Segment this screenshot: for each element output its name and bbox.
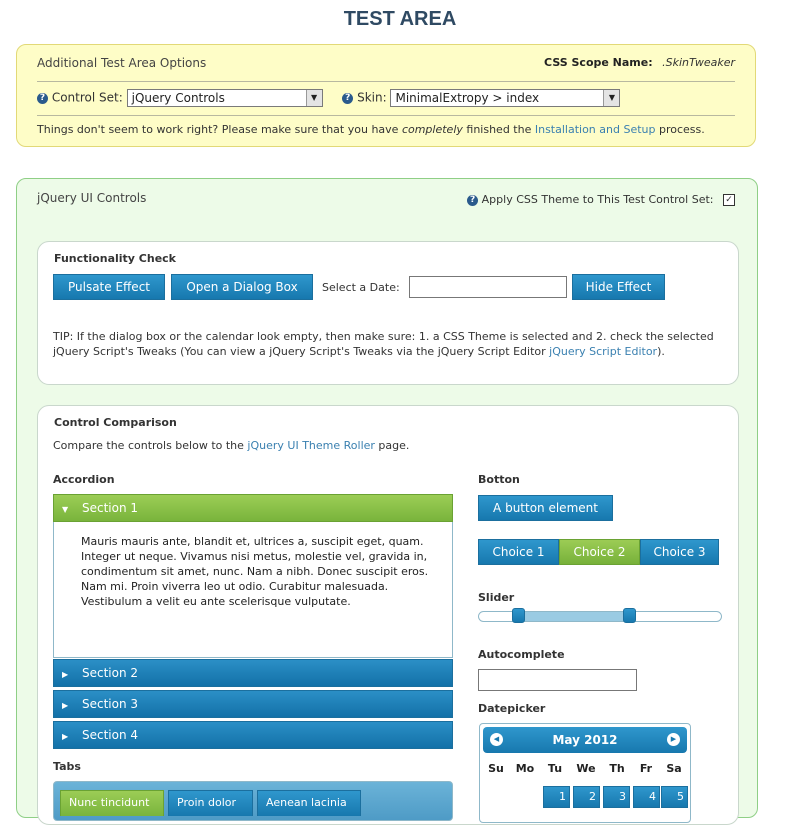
accordion-section-4[interactable]: ▶ Section 4 bbox=[53, 721, 453, 749]
accordion-section-2[interactable]: ▶ Section 2 bbox=[53, 659, 453, 687]
slider-handle-max[interactable] bbox=[623, 608, 637, 623]
theme-roller-link[interactable]: jQuery UI Theme Roller bbox=[247, 439, 375, 452]
help-icon[interactable]: ? bbox=[467, 194, 479, 206]
datepicker-label: Datepicker bbox=[478, 702, 546, 715]
divider bbox=[37, 81, 735, 82]
triangle-right-icon: ▶ bbox=[62, 732, 69, 741]
datepicker-header: ◀ May 2012 ▶ bbox=[483, 727, 687, 753]
weekday-su: Su bbox=[488, 762, 504, 775]
apply-theme-label: Apply CSS Theme to This Test Control Set… bbox=[481, 193, 714, 206]
datepicker: ◀ May 2012 ▶ Su Mo Tu We Th Fr Sa 1 2 3 … bbox=[479, 723, 691, 823]
triangle-down-icon: ▼ bbox=[62, 505, 69, 514]
weekday-th: Th bbox=[609, 762, 625, 775]
triangle-right-icon: ▶ bbox=[62, 670, 69, 679]
button-label: Botton bbox=[478, 473, 520, 486]
accordion-section-1[interactable]: ▼ Section 1 bbox=[53, 494, 453, 522]
weekday-mo: Mo bbox=[515, 762, 535, 775]
next-month-icon[interactable]: ▶ bbox=[667, 733, 680, 746]
tab-nunc-tincidunt[interactable]: Nunc tincidunt bbox=[60, 790, 164, 816]
hide-effect-button[interactable]: Hide Effect bbox=[572, 274, 665, 300]
divider bbox=[37, 115, 735, 116]
open-dialog-button[interactable]: Open a Dialog Box bbox=[171, 274, 313, 300]
css-scope-name: CSS Scope Name: .SkinTweaker bbox=[544, 56, 735, 69]
chevron-down-icon: ▼ bbox=[603, 90, 620, 106]
chevron-down-icon: ▼ bbox=[305, 90, 322, 106]
tabs-widget: Nunc tincidunt Proin dolor Aenean lacini… bbox=[53, 781, 453, 821]
css-scope-label: CSS Scope Name: bbox=[544, 56, 653, 69]
prev-month-icon[interactable]: ◀ bbox=[490, 733, 503, 746]
setup-note: Things don't seem to work right? Please … bbox=[37, 123, 705, 136]
accordion: ▼ Section 1 Mauris mauris ante, blandit e… bbox=[53, 494, 453, 754]
apply-theme-option: ? Apply CSS Theme to This Test Control S… bbox=[467, 193, 735, 206]
accordion-section-3[interactable]: ▶ Section 3 bbox=[53, 690, 453, 718]
tip-text: TIP: If the dialog box or the calendar l… bbox=[53, 330, 714, 358]
page-title: TEST AREA bbox=[343, 8, 457, 30]
triangle-right-icon: ▶ bbox=[62, 701, 69, 710]
control-set-select[interactable]: jQuery Controls ▼ bbox=[126, 89, 323, 107]
jquery-script-editor-link[interactable]: jQuery Script Editor bbox=[549, 345, 657, 358]
weekday-sa: Sa bbox=[666, 762, 682, 775]
installation-setup-link[interactable]: Installation and Setup bbox=[535, 123, 656, 136]
tab-proin-dolor[interactable]: Proin dolor bbox=[168, 790, 253, 816]
slider-handle-min[interactable] bbox=[511, 608, 525, 623]
options-heading: Additional Test Area Options bbox=[37, 56, 207, 70]
pulsate-effect-button[interactable]: Pulsate Effect bbox=[53, 274, 165, 300]
day-cell[interactable]: 1 bbox=[543, 786, 570, 808]
comparison-heading: Control Comparison bbox=[54, 416, 177, 429]
options-selectors: ? Control Set: jQuery Controls ▼ ? Skin:… bbox=[37, 89, 621, 107]
choice-1-button[interactable]: Choice 1 bbox=[478, 539, 559, 565]
day-cell[interactable]: 3 bbox=[603, 786, 630, 808]
choice-3-button[interactable]: Choice 3 bbox=[640, 539, 719, 565]
slider-label: Slider bbox=[478, 591, 515, 604]
control-set-label: Control Set: bbox=[51, 90, 123, 105]
tab-aenean-lacinia[interactable]: Aenean lacinia bbox=[257, 790, 361, 816]
day-cell[interactable]: 2 bbox=[573, 786, 600, 808]
tabs-label: Tabs bbox=[53, 760, 81, 773]
range-slider[interactable] bbox=[478, 608, 722, 623]
comparison-intro: Compare the controls below to the jQuery… bbox=[53, 439, 410, 452]
skin-select[interactable]: MinimalExtropy > index ▼ bbox=[390, 89, 621, 107]
day-cell[interactable]: 5 bbox=[661, 786, 688, 808]
accordion-section-1-content: Mauris mauris ante, blandit et, ultrices… bbox=[53, 522, 453, 658]
weekday-tu: Tu bbox=[547, 762, 563, 775]
controls-heading: jQuery UI Controls bbox=[37, 191, 147, 205]
slider-range bbox=[517, 612, 630, 621]
help-icon[interactable]: ? bbox=[37, 92, 48, 104]
day-cell[interactable]: 4 bbox=[633, 786, 660, 808]
functionality-check-panel: Functionality Check bbox=[37, 241, 739, 385]
autocomplete-input[interactable] bbox=[478, 669, 637, 691]
datepicker-month: May 2012 bbox=[552, 733, 618, 747]
choice-2-button[interactable]: Choice 2 bbox=[559, 539, 640, 565]
button-element[interactable]: A button element bbox=[478, 495, 613, 521]
select-date-label: Select a Date: bbox=[322, 281, 400, 294]
weekday-fr: Fr bbox=[639, 762, 653, 775]
apply-theme-checkbox[interactable]: ✓ bbox=[723, 194, 735, 206]
test-area-options-panel: Additional Test Area Options CSS Scope N… bbox=[16, 44, 756, 147]
css-scope-value: .SkinTweaker bbox=[662, 56, 735, 69]
autocomplete-label: Autocomplete bbox=[478, 648, 565, 661]
skin-label: Skin: bbox=[357, 90, 387, 105]
accordion-label: Accordion bbox=[53, 473, 115, 486]
help-icon[interactable]: ? bbox=[342, 92, 354, 104]
weekday-we: We bbox=[576, 762, 596, 775]
functionality-heading: Functionality Check bbox=[54, 252, 176, 265]
date-input[interactable] bbox=[409, 276, 567, 298]
